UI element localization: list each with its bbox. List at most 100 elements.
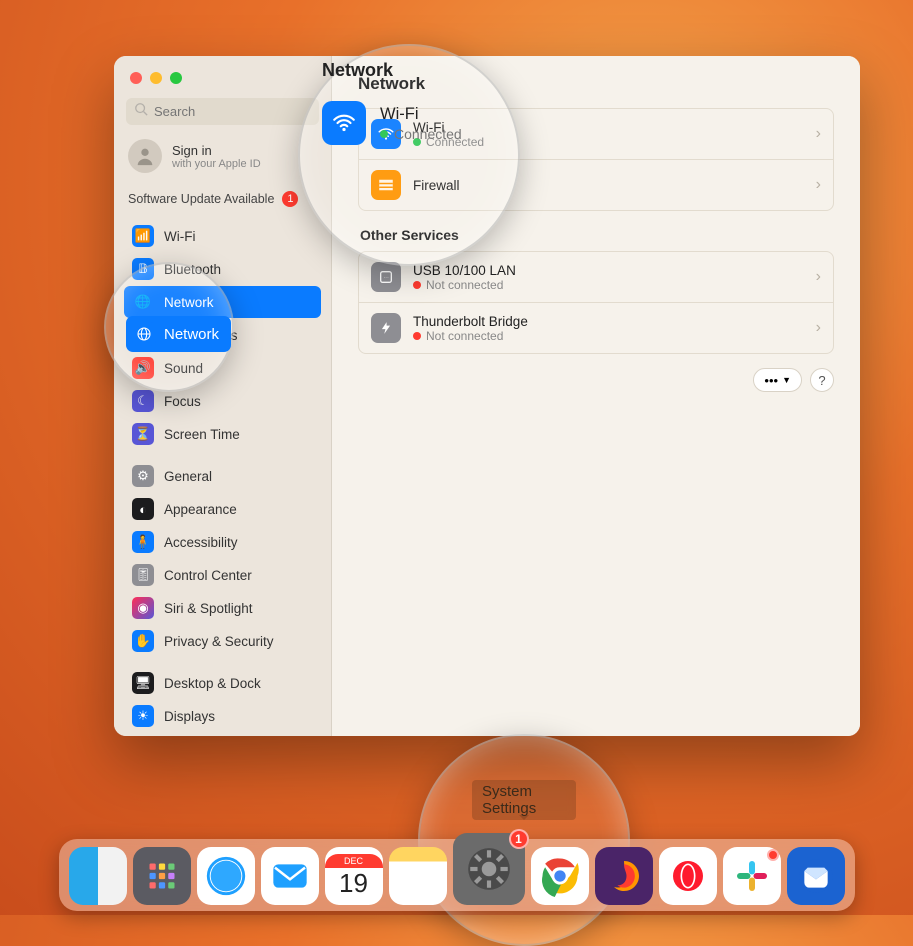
sidebar-item-label: Screen Time [164,427,240,442]
dock-app-notes[interactable] [389,847,447,905]
chevron-right-icon: › [816,176,821,194]
bt-icon: 𝔹 [132,258,154,280]
calendar-day: 19 [339,868,368,899]
minimize-button[interactable] [150,72,162,84]
dock-app-chrome[interactable] [531,847,589,905]
sign-in-subtitle: with your Apple ID [172,158,261,170]
dock-app-launchpad[interactable] [133,847,191,905]
sidebar-item-bluetooth[interactable]: 𝔹 Bluetooth [124,253,321,285]
speaker-icon: 🔊 [132,357,154,379]
software-update-label: Software Update Available [128,192,274,206]
search-input[interactable] [154,104,311,119]
dock-app-opera[interactable] [659,847,717,905]
status-dot-icon [413,281,421,289]
service-name: USB 10/100 LAN [413,263,516,278]
sidebar-item-wi-fi[interactable]: 📶 Wi-Fi [124,220,321,252]
service-icon [371,119,401,149]
service-row-firewall[interactable]: Firewall › [359,159,833,210]
service-status: Connected [426,135,484,149]
other-services-label: Other Services [360,227,832,243]
search-field[interactable] [126,98,319,125]
software-update-row[interactable]: Software Update Available 1 [114,183,331,215]
sidebar-item-privacy-security[interactable]: ✋ Privacy & Security [124,625,321,657]
siri-icon: ◉ [132,597,154,619]
sidebar-item-screen-time[interactable]: ⏳ Screen Time [124,418,321,450]
service-row-wi-fi[interactable]: Wi-FiConnected › [359,109,833,159]
dock-app-thunderbird[interactable] [787,847,845,905]
dock: DEC19 1 [59,839,855,911]
service-icon: ⋯ [371,262,401,292]
close-button[interactable] [130,72,142,84]
sidebar-item-notifications[interactable]: 🔔 Notifications [124,319,321,351]
sidebar-item-control-center[interactable]: 🎚 Control Center [124,559,321,591]
sidebar-item-label: Displays [164,709,215,724]
chevron-down-icon: ▼ [782,375,791,385]
sidebar-item-siri-spotlight[interactable]: ◉ Siri & Spotlight [124,592,321,624]
dock-app-system-settings[interactable]: 1 [453,833,525,905]
bell-icon: 🔔 [132,324,154,346]
hourglass-icon: ⏳ [132,423,154,445]
svg-text:⋯: ⋯ [383,276,388,282]
service-name: Firewall [413,178,460,193]
sidebar: Sign in with your Apple ID Software Upda… [114,56,332,736]
sidebar-item-label: Appearance [164,502,237,517]
sidebar-item-general[interactable]: ⚙General [124,460,321,492]
service-name: Thunderbolt Bridge [413,314,528,329]
service-row-thunderbolt-bridge[interactable]: Thunderbolt BridgeNot connected› [359,302,833,353]
hand-icon: ✋ [132,630,154,652]
dock-slack-badge [767,849,779,861]
dock-app-firefox[interactable] [595,847,653,905]
service-row-usb-10-100-lan[interactable]: ⋯ USB 10/100 LANNot connected › [359,252,833,302]
chevron-right-icon: › [816,125,821,143]
dock-icon: 🖥 [132,672,154,694]
sidebar-item-label: Accessibility [164,535,238,550]
sidebar-item-desktop-dock[interactable]: 🖥 Desktop & Dock [124,667,321,699]
service-status: Not connected [426,329,503,343]
globe-icon: 🌐 [132,291,154,313]
gear-icon: ⚙ [132,465,154,487]
sidebar-item-label: Siri & Spotlight [164,601,253,616]
appear-icon: ◐ [132,498,154,520]
sidebar-item-sound[interactable]: 🔊Sound [124,352,321,384]
cc-icon: 🎚 [132,564,154,586]
dock-app-safari[interactable] [197,847,255,905]
dock-app-calendar[interactable]: DEC19 [325,847,383,905]
sidebar-item-label: Notifications [164,328,238,343]
sidebar-item-displays[interactable]: ☀ Displays [124,700,321,732]
main-content: Network Wi-FiConnected › Firewall › Other S… [332,56,860,736]
sign-in-title: Sign in [172,143,261,158]
sidebar-item-label: Bluetooth [164,262,221,277]
service-name: Wi-Fi [413,120,484,135]
chevron-right-icon: › [816,268,821,286]
search-icon [134,102,148,121]
avatar-icon [128,139,162,173]
status-dot-icon [413,138,421,146]
wifi-icon: 📶 [132,225,154,247]
more-actions-button[interactable]: •••▼ [753,368,802,392]
sidebar-item-label: Desktop & Dock [164,676,261,691]
dock-app-slack[interactable] [723,847,781,905]
sidebar-item-accessibility[interactable]: 🧍Accessibility [124,526,321,558]
sidebar-item-label: Control Center [164,568,252,583]
dock-app-finder[interactable] [69,847,127,905]
system-settings-window: Sign in with your Apple ID Software Upda… [114,56,860,736]
dock-tooltip: System Settings [472,780,576,820]
zoom-button[interactable] [170,72,182,84]
sidebar-item-appearance[interactable]: ◐ Appearance [124,493,321,525]
display-icon: ☀ [132,705,154,727]
dock-app-mail[interactable] [261,847,319,905]
calendar-month: DEC [325,854,383,868]
sidebar-item-label: Focus [164,394,201,409]
page-title: Network [358,74,834,94]
sidebar-item-label: Privacy & Security [164,634,274,649]
sidebar-item-focus[interactable]: ☾Focus [124,385,321,417]
service-icon [371,313,401,343]
sidebar-item-label: Wi-Fi [164,229,195,244]
sign-in-row[interactable]: Sign in with your Apple ID [114,129,331,183]
service-icon [371,170,401,200]
dock-settings-badge: 1 [509,829,529,849]
status-dot-icon [413,332,421,340]
sidebar-item-network[interactable]: 🌐Network [124,286,321,318]
service-status: Not connected [426,278,503,292]
help-button[interactable]: ? [810,368,834,392]
